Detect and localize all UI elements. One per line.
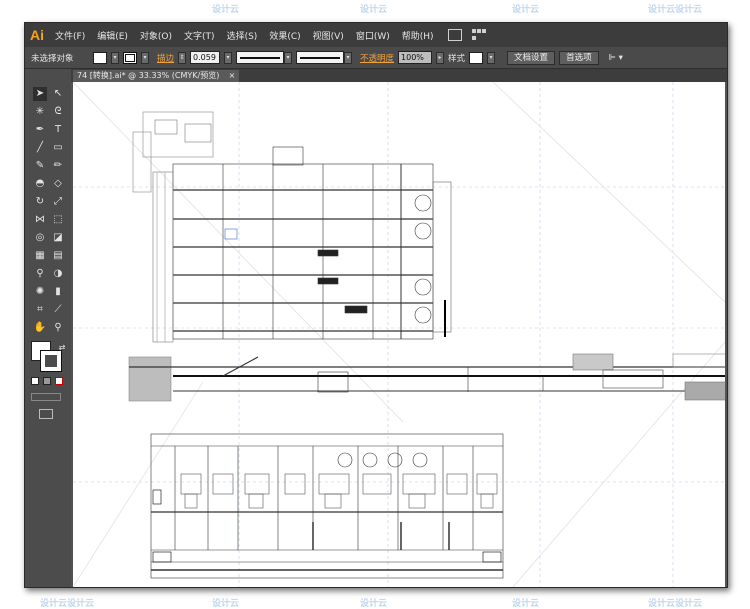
symbol-sprayer-tool-icon[interactable]: ✺ bbox=[33, 285, 47, 299]
zoom-tool-icon[interactable]: ⚲ bbox=[51, 321, 65, 335]
watermark: 设计云 bbox=[212, 5, 240, 15]
diagonal-lines bbox=[73, 82, 725, 587]
menu-help[interactable]: 帮助(H) bbox=[396, 29, 440, 42]
guide-lines bbox=[73, 82, 725, 587]
menu-window[interactable]: 窗口(W) bbox=[350, 29, 396, 42]
menu-select[interactable]: 选择(S) bbox=[221, 29, 264, 42]
mesh-tool-icon[interactable]: ▦ bbox=[33, 249, 47, 263]
hand-tool-icon[interactable]: ✋ bbox=[33, 321, 47, 335]
line-tool-icon[interactable]: ╱ bbox=[33, 141, 47, 155]
watermark: 设计云 bbox=[212, 599, 240, 609]
style-swatch[interactable] bbox=[469, 51, 484, 64]
building-elevation bbox=[128, 111, 725, 402]
free-transform-tool-icon[interactable]: ⬚ bbox=[51, 213, 65, 227]
variable-width-profile[interactable] bbox=[236, 51, 285, 64]
watermark: 设计云设计云 bbox=[648, 5, 703, 15]
draw-mode-icon[interactable] bbox=[31, 393, 61, 401]
arrange-documents-icon[interactable] bbox=[471, 29, 488, 41]
brush-definition[interactable] bbox=[296, 51, 345, 64]
menu-bar: Ai 文件(F) 编辑(E) 对象(O) 文字(T) 选择(S) 效果(C) 视… bbox=[25, 23, 727, 47]
control-bar: 未选择对象 ▾ ▾ 描边 ⇕ 0.059 ▾ 等比 ▾ 基本 ▾ 不透明度 10… bbox=[25, 47, 727, 69]
direct-selection-tool-icon[interactable]: ↖ bbox=[51, 87, 65, 101]
preferences-button[interactable]: 首选项 bbox=[559, 50, 599, 65]
opacity-label[interactable]: 不透明度 bbox=[360, 52, 394, 64]
menu-file[interactable]: 文件(F) bbox=[49, 29, 91, 42]
lasso-tool-icon[interactable]: ᘓ bbox=[51, 105, 65, 119]
watermark: 设计云 bbox=[360, 599, 388, 609]
color-mode-icon[interactable] bbox=[31, 377, 39, 385]
watermark: 设计云 bbox=[512, 5, 540, 15]
architectural-drawing bbox=[73, 82, 725, 587]
selection-status: 未选择对象 bbox=[31, 53, 74, 64]
app-logo: Ai bbox=[30, 27, 44, 43]
stroke-weight-dropdown[interactable]: ▾ bbox=[224, 51, 233, 64]
close-tab-icon[interactable]: × bbox=[229, 70, 236, 82]
watermark: 设计云设计云 bbox=[40, 599, 95, 609]
menu-effect[interactable]: 效果(C) bbox=[263, 29, 306, 42]
align-menu-icon[interactable]: ⊫ ▾ bbox=[609, 53, 623, 63]
rectangle-tool-icon[interactable]: ▭ bbox=[51, 141, 65, 155]
blend-tool-icon[interactable]: ◑ bbox=[51, 267, 65, 281]
style-dropdown[interactable]: ▾ bbox=[487, 51, 496, 64]
pencil-tool-icon[interactable]: ✏ bbox=[51, 159, 65, 173]
slice-tool-icon[interactable]: ⟋ bbox=[51, 303, 65, 317]
column-graph-tool-icon[interactable]: ▮ bbox=[51, 285, 65, 299]
selection-tool-icon[interactable]: ➤ bbox=[33, 87, 47, 101]
screenshot-frame: 设计云 设计云 设计云 设计云设计云 设计云设计云 设计云 设计云 设计云 设计… bbox=[0, 0, 750, 609]
fill-swatch[interactable] bbox=[93, 51, 107, 64]
stroke-weight-field[interactable]: 0.059 bbox=[190, 51, 221, 64]
rotate-tool-icon[interactable]: ↻ bbox=[33, 195, 47, 209]
document-tab-title: 74 [转换].ai* @ 33.33% (CMYK/预览) bbox=[77, 71, 220, 80]
width-tool-icon[interactable]: ⋈ bbox=[33, 213, 47, 227]
document-tab-bar: 74 [转换].ai* @ 33.33% (CMYK/预览) × bbox=[71, 69, 727, 82]
gradient-mode-icon[interactable] bbox=[43, 377, 51, 385]
document-setup-button[interactable]: 文档设置 bbox=[507, 50, 556, 65]
floor-plan bbox=[150, 433, 504, 579]
stroke-swatch[interactable] bbox=[123, 51, 137, 64]
eyedropper-tool-icon[interactable]: ⚲ bbox=[33, 267, 47, 281]
blob-brush-tool-icon[interactable]: ◓ bbox=[33, 177, 47, 191]
menu-view[interactable]: 视图(V) bbox=[307, 29, 350, 42]
watermark: 设计云 bbox=[512, 599, 540, 609]
opacity-dropdown[interactable]: ▸ bbox=[436, 51, 445, 64]
artboard-canvas[interactable] bbox=[73, 82, 725, 587]
tools-panel: ➤ ↖ ✳ ᘓ ✒ T ╱ ▭ ✎ ✏ ◓ ◇ ↻ ⤢ ⋈ ⬚ ◎ ◪ ▦ ▤ … bbox=[25, 69, 71, 587]
bridge-icon[interactable] bbox=[447, 29, 462, 41]
shape-builder-tool-icon[interactable]: ◎ bbox=[33, 231, 47, 245]
artboard-tool-icon[interactable]: ⌗ bbox=[33, 303, 47, 317]
stroke-weight-stepper[interactable]: ⇕ bbox=[178, 51, 187, 64]
swap-fill-stroke-icon[interactable]: ⇄ bbox=[55, 341, 69, 355]
screen-mode-icon[interactable] bbox=[39, 409, 53, 419]
stroke-dropdown[interactable]: ▾ bbox=[141, 51, 149, 64]
perspective-grid-tool-icon[interactable]: ◪ bbox=[51, 231, 65, 245]
watermark: 设计云设计云 bbox=[648, 599, 703, 609]
menu-type[interactable]: 文字(T) bbox=[178, 29, 221, 42]
magic-wand-tool-icon[interactable]: ✳ bbox=[33, 105, 47, 119]
menu-edit[interactable]: 编辑(E) bbox=[91, 29, 134, 42]
eraser-tool-icon[interactable]: ◇ bbox=[51, 177, 65, 191]
gradient-tool-icon[interactable]: ▤ bbox=[51, 249, 65, 263]
stroke-label[interactable]: 描边 bbox=[157, 52, 174, 64]
paintbrush-tool-icon[interactable]: ✎ bbox=[33, 159, 47, 173]
brush-dropdown[interactable]: ▾ bbox=[344, 51, 353, 64]
scale-tool-icon[interactable]: ⤢ bbox=[51, 195, 65, 209]
illustrator-window: Ai 文件(F) 编辑(E) 对象(O) 文字(T) 选择(S) 效果(C) 视… bbox=[24, 22, 728, 588]
type-tool-icon[interactable]: T bbox=[51, 123, 65, 137]
none-mode-icon[interactable] bbox=[55, 377, 63, 385]
menu-object[interactable]: 对象(O) bbox=[134, 29, 178, 42]
opacity-field[interactable]: 100% bbox=[398, 51, 433, 64]
document-tab[interactable]: 74 [转换].ai* @ 33.33% (CMYK/预览) × bbox=[73, 70, 240, 82]
watermark: 设计云 bbox=[360, 5, 388, 15]
style-label: 样式 bbox=[448, 53, 466, 64]
fill-dropdown[interactable]: ▾ bbox=[111, 51, 119, 64]
profile-dropdown[interactable]: ▾ bbox=[284, 51, 293, 64]
pen-tool-icon[interactable]: ✒ bbox=[33, 123, 47, 137]
